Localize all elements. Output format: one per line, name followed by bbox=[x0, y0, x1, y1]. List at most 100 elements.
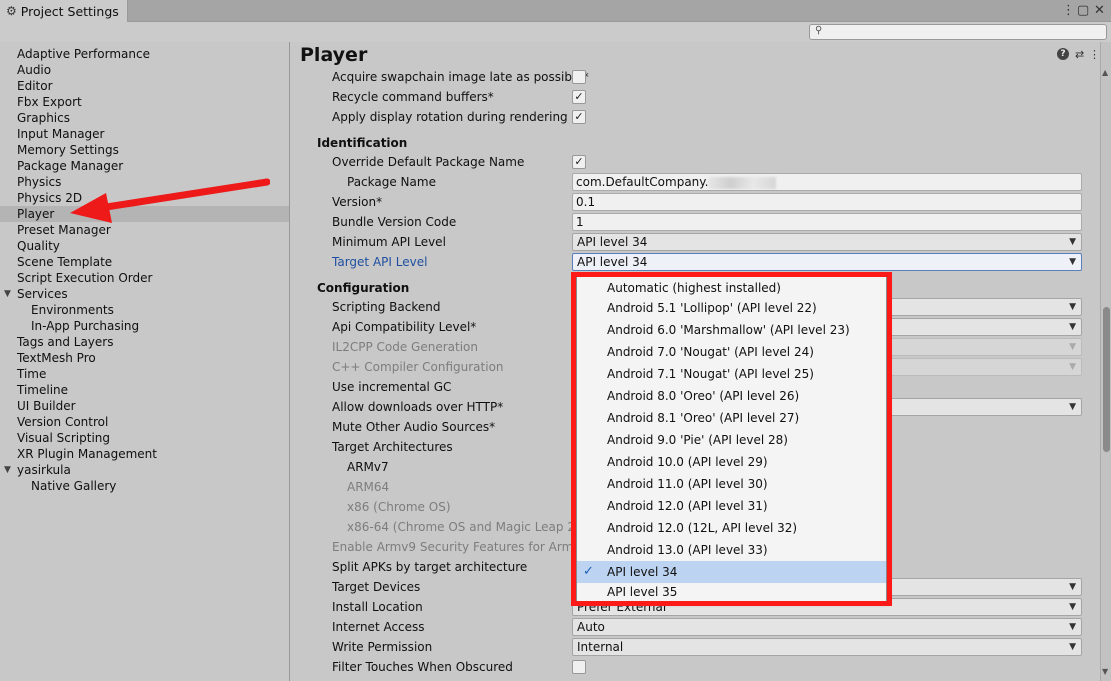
help-icon[interactable]: ? bbox=[1057, 48, 1069, 60]
sidebar-item-time[interactable]: Time bbox=[17, 366, 46, 382]
option-api-35[interactable]: API level 35 bbox=[577, 581, 886, 603]
filter-touches-label: Filter Touches When Obscured bbox=[332, 660, 513, 674]
scroll-down-icon[interactable]: ▼ bbox=[1102, 667, 1108, 676]
sidebar-item-services[interactable]: ▼ Services bbox=[0, 286, 200, 302]
scripting-backend-label: Scripting Backend bbox=[332, 300, 441, 314]
il2cpp-label: IL2CPP Code Generation bbox=[332, 340, 479, 354]
option-api-24[interactable]: Android 7.0 'Nougat' (API level 24) bbox=[577, 341, 886, 363]
sidebar-item-package-manager[interactable]: Package Manager bbox=[17, 158, 123, 174]
sidebar-item-memory-settings[interactable]: Memory Settings bbox=[17, 142, 119, 158]
chevron-down-icon: ▼ bbox=[1069, 402, 1076, 412]
expand-triangle-icon[interactable]: ▼ bbox=[4, 286, 11, 302]
display-rotation-checkbox[interactable]: ✓ bbox=[572, 110, 586, 124]
chevron-down-icon: ▼ bbox=[1069, 322, 1076, 332]
bundle-code-field[interactable]: 1 bbox=[572, 213, 1082, 231]
sidebar-item-editor[interactable]: Editor bbox=[17, 78, 53, 94]
option-api-28[interactable]: Android 9.0 'Pie' (API level 28) bbox=[577, 429, 886, 451]
option-api-27[interactable]: Android 8.1 'Oreo' (API level 27) bbox=[577, 407, 886, 429]
sidebar-item-adaptive-performance[interactable]: Adaptive Performance bbox=[17, 46, 150, 62]
chevron-down-icon: ▼ bbox=[1069, 362, 1076, 372]
sidebar-item-label: Player bbox=[17, 207, 55, 221]
option-api-34[interactable]: ✓ API level 34 bbox=[577, 561, 886, 583]
sidebar-item-label: Services bbox=[17, 287, 68, 301]
maximize-icon[interactable]: ▢ bbox=[1077, 3, 1089, 18]
sidebar-item-input-manager[interactable]: Input Manager bbox=[17, 126, 105, 142]
sliders-icon[interactable]: ⇄ bbox=[1075, 48, 1084, 61]
sidebar-item-visual-scripting[interactable]: Visual Scripting bbox=[17, 430, 110, 446]
option-api-26[interactable]: Android 8.0 'Oreo' (API level 26) bbox=[577, 385, 886, 407]
scrollbar[interactable]: ▲ ▼ bbox=[1100, 42, 1111, 681]
option-automatic[interactable]: Automatic (highest installed) bbox=[577, 277, 886, 299]
sidebar-item-physics[interactable]: Physics bbox=[17, 174, 61, 190]
option-api-23[interactable]: Android 6.0 'Marshmallow' (API level 23) bbox=[577, 319, 886, 341]
sidebar-item-ui-builder[interactable]: UI Builder bbox=[17, 398, 76, 414]
sidebar-item-environments[interactable]: Environments bbox=[31, 302, 114, 318]
option-api-31[interactable]: Android 12.0 (API level 31) bbox=[577, 495, 886, 517]
sidebar-item-script-execution-order[interactable]: Script Execution Order bbox=[17, 270, 152, 286]
acquire-swapchain-checkbox[interactable] bbox=[572, 70, 586, 84]
expand-triangle-icon[interactable]: ▼ bbox=[4, 462, 11, 478]
package-name-value: com.DefaultCompany. bbox=[576, 175, 709, 189]
recycle-cmd-checkbox[interactable]: ✓ bbox=[572, 90, 586, 104]
sidebar-item-timeline[interactable]: Timeline bbox=[17, 382, 68, 398]
option-api-22[interactable]: Android 5.1 'Lollipop' (API level 22) bbox=[577, 297, 886, 319]
chevron-down-icon: ▼ bbox=[1069, 622, 1076, 632]
chevron-down-icon: ▼ bbox=[1069, 257, 1076, 267]
chevron-down-icon: ▼ bbox=[1069, 602, 1076, 612]
min-api-dropdown[interactable]: API level 34 ▼ bbox=[572, 233, 1082, 251]
min-api-value: API level 34 bbox=[577, 235, 648, 249]
sidebar-item-xr-plugin-management[interactable]: XR Plugin Management bbox=[17, 446, 157, 462]
armv9-label: Enable Armv9 Security Features for Arm64 bbox=[332, 540, 589, 554]
search-icon: ⚲ bbox=[815, 25, 823, 36]
sidebar-item-graphics[interactable]: Graphics bbox=[17, 110, 70, 126]
check-icon: ✓ bbox=[583, 564, 594, 579]
tab-project-settings[interactable]: ⚙ Project Settings bbox=[0, 0, 128, 22]
internet-access-value: Auto bbox=[577, 620, 605, 634]
write-permission-dropdown[interactable]: Internal ▼ bbox=[572, 638, 1082, 656]
version-label: Version* bbox=[332, 195, 383, 209]
option-api-33[interactable]: Android 13.0 (API level 33) bbox=[577, 539, 886, 561]
sidebar-item-fbx-export[interactable]: Fbx Export bbox=[17, 94, 82, 110]
tab-bar: ⚙ Project Settings ⋮ ▢ ✕ bbox=[0, 0, 1111, 22]
target-api-value: API level 34 bbox=[577, 255, 648, 269]
menu-icon[interactable]: ⋮ bbox=[1089, 48, 1100, 61]
annotation-arrow bbox=[70, 178, 270, 223]
sidebar-item-version-control[interactable]: Version Control bbox=[17, 414, 108, 430]
filter-touches-checkbox[interactable] bbox=[572, 660, 586, 674]
target-api-dropdown[interactable]: API level 34 ▼ bbox=[572, 253, 1082, 271]
check-icon: ✓ bbox=[574, 110, 584, 123]
chevron-down-icon: ▼ bbox=[1069, 342, 1076, 352]
sidebar-item-quality[interactable]: Quality bbox=[17, 238, 60, 254]
sidebar-item-native-gallery[interactable]: Native Gallery bbox=[31, 478, 116, 494]
check-icon: ✓ bbox=[574, 155, 584, 168]
package-name-field[interactable]: com.DefaultCompany. bbox=[572, 173, 1082, 191]
sidebar-item-tags-and-layers[interactable]: Tags and Layers bbox=[17, 334, 113, 350]
close-icon[interactable]: ✕ bbox=[1094, 3, 1105, 18]
sidebar-item-textmesh-pro[interactable]: TextMesh Pro bbox=[17, 350, 96, 366]
option-api-32[interactable]: Android 12.0 (12L, API level 32) bbox=[577, 517, 886, 539]
chevron-down-icon: ▼ bbox=[1069, 642, 1076, 652]
arm64-label: ARM64 bbox=[347, 480, 390, 494]
package-name-label: Package Name bbox=[347, 175, 436, 189]
api-compat-label: Api Compatibility Level* bbox=[332, 320, 477, 334]
override-pkg-checkbox[interactable]: ✓ bbox=[572, 155, 586, 169]
version-field[interactable]: 0.1 bbox=[572, 193, 1082, 211]
search-input[interactable]: ⚲ bbox=[809, 24, 1107, 40]
option-api-29[interactable]: Android 10.0 (API level 29) bbox=[577, 451, 886, 473]
sidebar-item-scene-template[interactable]: Scene Template bbox=[17, 254, 112, 270]
internet-access-dropdown[interactable]: Auto ▼ bbox=[572, 618, 1082, 636]
sidebar-item-yasirkula[interactable]: ▼ yasirkula bbox=[0, 462, 200, 478]
scroll-up-icon[interactable]: ▲ bbox=[1102, 68, 1108, 77]
recycle-cmd-label: Recycle command buffers* bbox=[332, 90, 494, 104]
option-api-30[interactable]: Android 11.0 (API level 30) bbox=[577, 473, 886, 495]
option-api-25[interactable]: Android 7.1 'Nougat' (API level 25) bbox=[577, 363, 886, 385]
sidebar-item-audio[interactable]: Audio bbox=[17, 62, 51, 78]
sidebar-item-label: yasirkula bbox=[17, 463, 71, 477]
sidebar-item-in-app-purchasing[interactable]: In-App Purchasing bbox=[31, 318, 139, 334]
incremental-gc-label: Use incremental GC bbox=[332, 380, 452, 394]
menu-icon[interactable]: ⋮ bbox=[1062, 3, 1075, 18]
split-apks-label: Split APKs by target architecture bbox=[332, 560, 528, 574]
acquire-swapchain-label: Acquire swapchain image late as possible… bbox=[332, 70, 589, 84]
scrollbar-thumb[interactable] bbox=[1103, 307, 1110, 452]
target-api-popup: Automatic (highest installed) Android 5.… bbox=[576, 276, 887, 602]
